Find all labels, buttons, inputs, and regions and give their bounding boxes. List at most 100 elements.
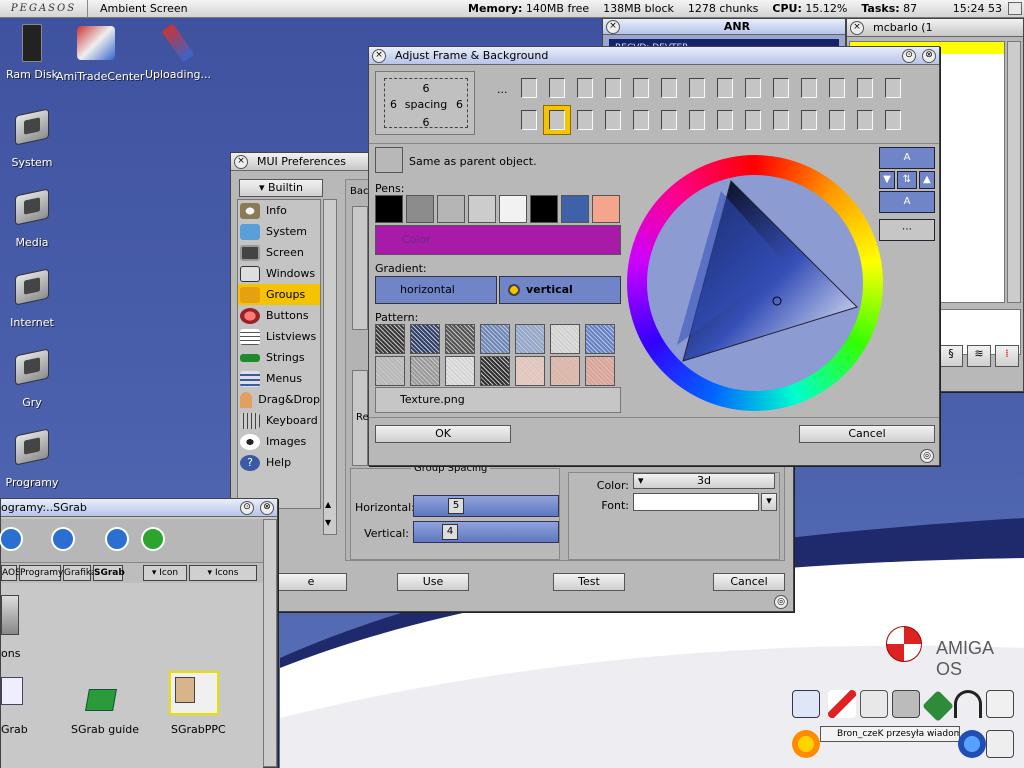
frame-style[interactable] xyxy=(851,73,879,103)
screen-depth-gadget[interactable] xyxy=(1008,2,1022,15)
headphones-icon[interactable] xyxy=(954,690,982,718)
texture-field[interactable]: Texture.png xyxy=(375,387,621,413)
pen-swatch[interactable] xyxy=(530,195,558,223)
arrow-down-icon[interactable]: ▼ xyxy=(325,518,335,528)
frame-style[interactable] xyxy=(655,73,683,103)
use-button[interactable]: Use xyxy=(397,573,469,591)
media-drive-icon[interactable]: Media xyxy=(0,186,72,249)
list-item-dragdrop[interactable]: Drag&Drop xyxy=(238,389,320,410)
script-icon[interactable]: ≋ xyxy=(967,345,991,367)
frame-style[interactable] xyxy=(795,105,823,135)
drawer-icon[interactable] xyxy=(1,595,19,635)
pen-swatch[interactable] xyxy=(561,195,589,223)
frame-style[interactable] xyxy=(515,73,543,103)
frame-style[interactable] xyxy=(571,105,599,135)
arrow-up-icon[interactable]: ▲ xyxy=(325,500,335,510)
guide-book-icon[interactable] xyxy=(85,689,117,711)
frame-style[interactable] xyxy=(879,73,907,103)
frame-style[interactable] xyxy=(599,105,627,135)
close-icon[interactable]: × xyxy=(606,19,620,34)
font-popup-button[interactable]: ▾ xyxy=(761,493,777,511)
frame-style[interactable] xyxy=(795,73,823,103)
frame-style[interactable] xyxy=(711,105,739,135)
pattern-swatch[interactable] xyxy=(445,356,475,386)
vertical-slider-knob[interactable]: 4 xyxy=(442,524,458,540)
user-icon[interactable] xyxy=(860,690,888,718)
printer-icon[interactable] xyxy=(986,690,1014,718)
frame-style[interactable] xyxy=(543,73,571,103)
pattern-swatch[interactable] xyxy=(515,356,545,386)
pattern-swatch[interactable] xyxy=(585,324,615,354)
pattern-swatch[interactable] xyxy=(445,324,475,354)
test-button[interactable]: Test xyxy=(553,573,625,591)
list-item-windows[interactable]: Windows xyxy=(238,263,320,284)
same-as-parent-toggle[interactable] xyxy=(375,147,403,173)
pattern-swatch[interactable] xyxy=(375,324,405,354)
frame-style[interactable] xyxy=(823,105,851,135)
pattern-swatch[interactable] xyxy=(550,324,580,354)
frame-style[interactable] xyxy=(739,105,767,135)
frame-style[interactable] xyxy=(655,105,683,135)
ok-button[interactable]: OK xyxy=(375,425,511,443)
internet-drive-icon[interactable]: Internet xyxy=(0,266,72,329)
path-programy[interactable]: Programy: xyxy=(19,565,66,581)
pattern-swatch[interactable] xyxy=(410,324,440,354)
adjust-frame-window[interactable]: × Adjust Frame & Background ⊙ ⊗ 6 6 spac… xyxy=(368,46,940,466)
vertical-slider[interactable]: 4 xyxy=(413,521,559,543)
list-item-info[interactable]: Info xyxy=(238,200,320,221)
iconify-icon[interactable]: ⊙ xyxy=(902,48,916,63)
frame-style[interactable] xyxy=(879,105,907,135)
prefs-category-list[interactable]: Info System Screen Windows Groups Button… xyxy=(237,199,321,509)
calculator-icon[interactable] xyxy=(892,690,920,718)
list-item-strings[interactable]: Strings xyxy=(238,347,320,368)
interpolate-button[interactable]: ⋯ xyxy=(879,219,935,241)
frame-style[interactable] xyxy=(767,73,795,103)
arrow-down-icon[interactable]: ▼ xyxy=(879,171,895,189)
pattern-swatch[interactable] xyxy=(480,324,510,354)
notification-bubble[interactable]: Bron_czeK przesyła wiadomość xyxy=(820,726,960,742)
frame-style[interactable] xyxy=(627,73,655,103)
list-item-help[interactable]: ? Help xyxy=(238,452,320,473)
arrow-up-icon[interactable] xyxy=(51,527,75,551)
list-item-listviews[interactable]: Listviews xyxy=(238,326,320,347)
frame-style[interactable] xyxy=(767,105,795,135)
pen-swatch[interactable] xyxy=(468,195,496,223)
frame-style[interactable] xyxy=(739,73,767,103)
mplayer-icon[interactable] xyxy=(792,690,820,718)
globe-icon[interactable] xyxy=(958,730,986,758)
frame-style[interactable] xyxy=(599,73,627,103)
uploading-icon[interactable]: Uploading... xyxy=(136,23,220,81)
list-item-system[interactable]: System xyxy=(238,221,320,242)
frame-style[interactable] xyxy=(823,73,851,103)
pen-swatch[interactable] xyxy=(499,195,527,223)
background-preview[interactable] xyxy=(352,206,368,330)
path-aos[interactable]: AOS xyxy=(1,565,21,581)
arrow-up-icon[interactable]: ▲ xyxy=(919,171,935,189)
frame-style[interactable] xyxy=(627,105,655,135)
sun-icon[interactable] xyxy=(792,730,820,758)
path-sgrab[interactable]: SGrab xyxy=(93,565,125,581)
pattern-swatch[interactable] xyxy=(375,356,405,386)
color-wheel[interactable] xyxy=(627,155,883,411)
builtin-dropdown[interactable]: ▾ Builtin xyxy=(239,179,323,197)
traffic-light-icon[interactable]: ⁞ xyxy=(995,345,1019,367)
grab-icon[interactable] xyxy=(1,677,23,705)
swap-icon[interactable]: ⇅ xyxy=(897,171,917,189)
pen-swatch[interactable] xyxy=(406,195,434,223)
close-icon[interactable]: × xyxy=(234,154,248,169)
drawer-scrollbar[interactable] xyxy=(263,519,277,767)
close-icon[interactable]: × xyxy=(850,20,864,35)
frame-style[interactable] xyxy=(515,105,543,135)
frame-style[interactable] xyxy=(683,105,711,135)
system-drive-icon[interactable]: System xyxy=(0,106,72,169)
close-icon[interactable]: × xyxy=(372,48,386,63)
pattern-swatch[interactable] xyxy=(480,356,510,386)
pen-swatch[interactable] xyxy=(375,195,403,223)
cancel-button[interactable]: Cancel xyxy=(713,573,785,591)
horizontal-slider[interactable]: 5 xyxy=(413,495,559,517)
frame-style[interactable] xyxy=(683,73,711,103)
list-item-buttons[interactable]: Buttons xyxy=(238,305,320,326)
list-item-menus[interactable]: Menus xyxy=(238,368,320,389)
drawer-contents[interactable]: ons Grab SGrab guide SGrabPPC xyxy=(1,585,263,768)
sort-mode-cycle[interactable]: ▾ Icons xyxy=(189,565,257,581)
